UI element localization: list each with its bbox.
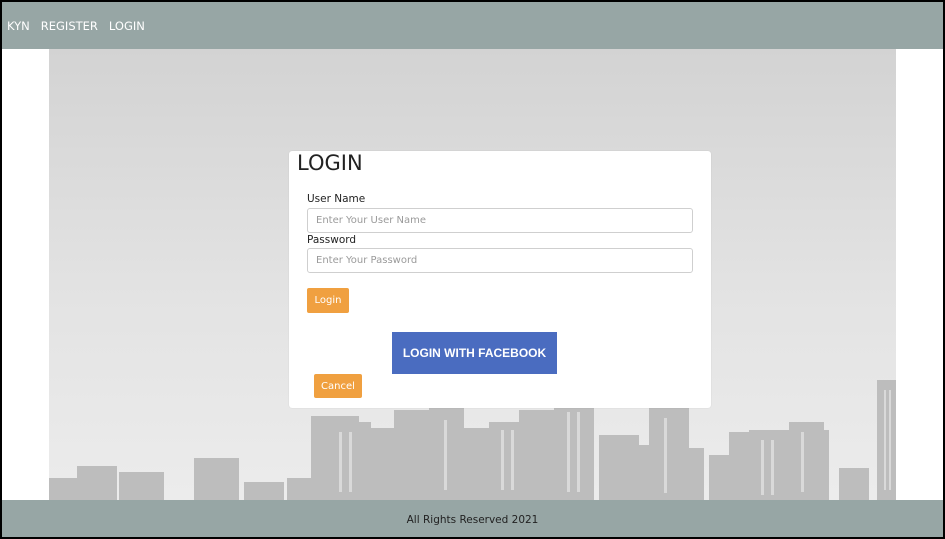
- username-input[interactable]: [307, 208, 693, 233]
- login-title: LOGIN: [297, 151, 363, 175]
- browser-viewport: KYN REGISTER LOGIN LOGIN User Name Enter…: [0, 0, 945, 539]
- page-footer: All Rights Reserved 2021: [2, 500, 943, 537]
- username-label: User Name: [307, 193, 366, 205]
- password-input[interactable]: [307, 248, 693, 273]
- login-card: LOGIN User Name Password Login LOGIN WIT…: [289, 151, 711, 408]
- nav-brand-link[interactable]: KYN: [7, 19, 30, 33]
- cancel-button[interactable]: Cancel: [314, 374, 362, 398]
- nav-login-link[interactable]: LOGIN: [109, 19, 145, 33]
- login-with-facebook-button[interactable]: LOGIN WITH FACEBOOK: [392, 332, 557, 374]
- password-label: Password: [307, 234, 357, 246]
- login-button[interactable]: Login: [307, 288, 349, 313]
- nav-register-link[interactable]: REGISTER: [41, 19, 98, 33]
- footer-copyright: All Rights Reserved 2021: [406, 513, 539, 526]
- top-navbar: KYN REGISTER LOGIN: [2, 2, 943, 49]
